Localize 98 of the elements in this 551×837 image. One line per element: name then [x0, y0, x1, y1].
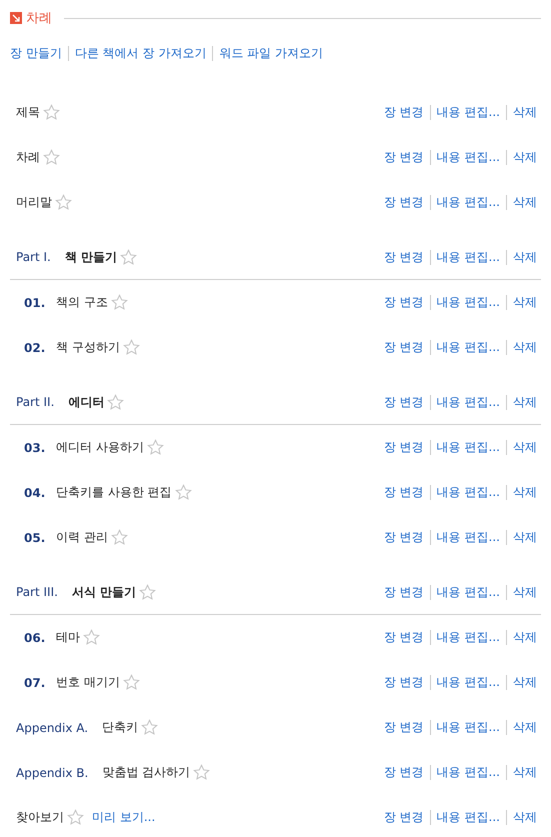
action-link[interactable]: 삭제: [513, 719, 537, 736]
action-link[interactable]: 내용 편집...: [436, 248, 500, 266]
chapter-title[interactable]: 번호 매기기: [56, 674, 120, 691]
chapter-title[interactable]: 이력 관리: [56, 529, 108, 546]
section-title: 차례: [26, 10, 52, 27]
action-link[interactable]: 장 변경: [384, 529, 424, 546]
star-outline-icon[interactable]: [110, 529, 128, 546]
chapter-title[interactable]: 서식 만들기: [72, 584, 136, 600]
chapter-number: 01.: [24, 296, 46, 310]
action-link[interactable]: 삭제: [513, 809, 537, 826]
action-link[interactable]: 내용 편집...: [436, 674, 500, 691]
star-outline-icon[interactable]: [43, 149, 60, 166]
action-link[interactable]: 내용 편집...: [436, 719, 500, 736]
action-link[interactable]: 장 변경: [384, 584, 424, 600]
action-link[interactable]: 장 변경: [384, 674, 424, 691]
action-link[interactable]: 내용 편집...: [436, 529, 500, 546]
action-link[interactable]: 내용 편집...: [436, 584, 500, 600]
action-link[interactable]: 내용 편집...: [436, 339, 500, 356]
chapter-title[interactable]: 맞춤법 검사하기: [102, 764, 190, 781]
star-outline-icon[interactable]: [43, 104, 60, 121]
action-link[interactable]: 장 변경: [384, 194, 424, 211]
action-link[interactable]: 장 변경: [384, 719, 424, 736]
star-outline-icon[interactable]: [122, 339, 140, 356]
star-outline-icon[interactable]: [122, 674, 140, 691]
action-link[interactable]: 장 변경: [384, 248, 424, 266]
chapter-number: Part I.: [16, 250, 51, 264]
action-link[interactable]: 삭제: [513, 339, 537, 356]
action-link[interactable]: 내용 편집...: [436, 764, 500, 781]
chapter-number: 07.: [24, 676, 46, 690]
action-link[interactable]: 장 변경: [384, 809, 424, 826]
chapter-number: 04.: [24, 486, 46, 500]
action-link[interactable]: 내용 편집...: [436, 194, 500, 211]
action-link[interactable]: 내용 편집...: [436, 294, 500, 311]
chapter-number: 02.: [24, 340, 46, 354]
action-link[interactable]: 삭제: [513, 194, 537, 211]
star-outline-icon[interactable]: [55, 194, 72, 211]
action-link[interactable]: 내용 편집...: [436, 394, 500, 410]
action-link[interactable]: 삭제: [513, 248, 537, 266]
action-link[interactable]: 삭제: [513, 104, 537, 121]
action-link[interactable]: 삭제: [513, 484, 537, 501]
chapter-title[interactable]: 책 만들기: [64, 248, 118, 266]
arrow-icon: [10, 12, 22, 24]
action-link[interactable]: 삭제: [513, 439, 537, 456]
action-link[interactable]: 삭제: [513, 149, 537, 166]
toolbar-link[interactable]: 장 만들기: [10, 44, 62, 62]
chapter-title[interactable]: 제목: [16, 104, 40, 121]
chapter-title[interactable]: 차례: [16, 149, 40, 166]
action-link[interactable]: 장 변경: [384, 339, 424, 356]
star-outline-icon[interactable]: [141, 719, 158, 736]
chapter-title[interactable]: 테마: [56, 629, 80, 646]
action-link[interactable]: 삭제: [513, 764, 537, 781]
action-link[interactable]: 장 변경: [384, 484, 424, 501]
action-link[interactable]: 삭제: [513, 394, 537, 410]
chapter-number: Appendix B.: [16, 766, 88, 780]
action-link[interactable]: 내용 편집...: [436, 484, 500, 501]
star-outline-icon[interactable]: [120, 248, 138, 266]
toolbar-link[interactable]: 워드 파일 가져오기: [219, 44, 323, 62]
star-outline-icon[interactable]: [146, 439, 164, 456]
preview-link[interactable]: 미리 보기...: [92, 809, 156, 826]
action-link[interactable]: 장 변경: [384, 629, 424, 646]
action-link[interactable]: 장 변경: [384, 294, 424, 311]
chapter-number: Part III.: [16, 585, 58, 599]
star-outline-icon[interactable]: [107, 394, 124, 410]
action-link[interactable]: 삭제: [513, 529, 537, 546]
chapter-title[interactable]: 책 구성하기: [56, 339, 120, 356]
action-link[interactable]: 내용 편집...: [436, 629, 500, 646]
chapter-number: 03.: [24, 440, 46, 454]
action-link[interactable]: 내용 편집...: [436, 439, 500, 456]
action-link[interactable]: 장 변경: [384, 764, 424, 781]
chapter-number: 06.: [24, 630, 46, 644]
chapter-title[interactable]: 책의 구조: [56, 294, 108, 311]
action-link[interactable]: 삭제: [513, 629, 537, 646]
chapter-title[interactable]: 단축키를 사용한 편집: [56, 484, 172, 501]
action-link[interactable]: 장 변경: [384, 104, 424, 121]
action-link[interactable]: 내용 편집...: [436, 149, 500, 166]
action-link[interactable]: 삭제: [513, 584, 537, 600]
action-link[interactable]: 장 변경: [384, 149, 424, 166]
action-link[interactable]: 내용 편집...: [436, 104, 500, 121]
chapter-title[interactable]: 찾아보기: [16, 809, 64, 826]
chapter-number: Part II.: [16, 395, 54, 409]
star-outline-icon[interactable]: [110, 294, 128, 311]
star-outline-icon[interactable]: [67, 809, 84, 826]
chapter-number: 05.: [24, 530, 46, 544]
chapter-title[interactable]: 에디터 사용하기: [56, 439, 144, 456]
star-outline-icon[interactable]: [139, 584, 156, 600]
chapter-number: Appendix A.: [16, 720, 88, 734]
star-outline-icon[interactable]: [193, 764, 210, 781]
chapter-title[interactable]: 머리말: [16, 194, 52, 211]
star-outline-icon[interactable]: [83, 629, 100, 646]
chapter-title[interactable]: 에디터: [68, 394, 104, 410]
toolbar-link[interactable]: 다른 책에서 장 가져오기: [74, 44, 206, 62]
action-link[interactable]: 삭제: [513, 674, 537, 691]
star-outline-icon[interactable]: [174, 484, 192, 501]
action-link[interactable]: 내용 편집...: [436, 809, 500, 826]
action-link[interactable]: 삭제: [513, 294, 537, 311]
chapter-title[interactable]: 단축키: [102, 719, 138, 736]
action-link[interactable]: 장 변경: [384, 394, 424, 410]
action-link[interactable]: 장 변경: [384, 439, 424, 456]
